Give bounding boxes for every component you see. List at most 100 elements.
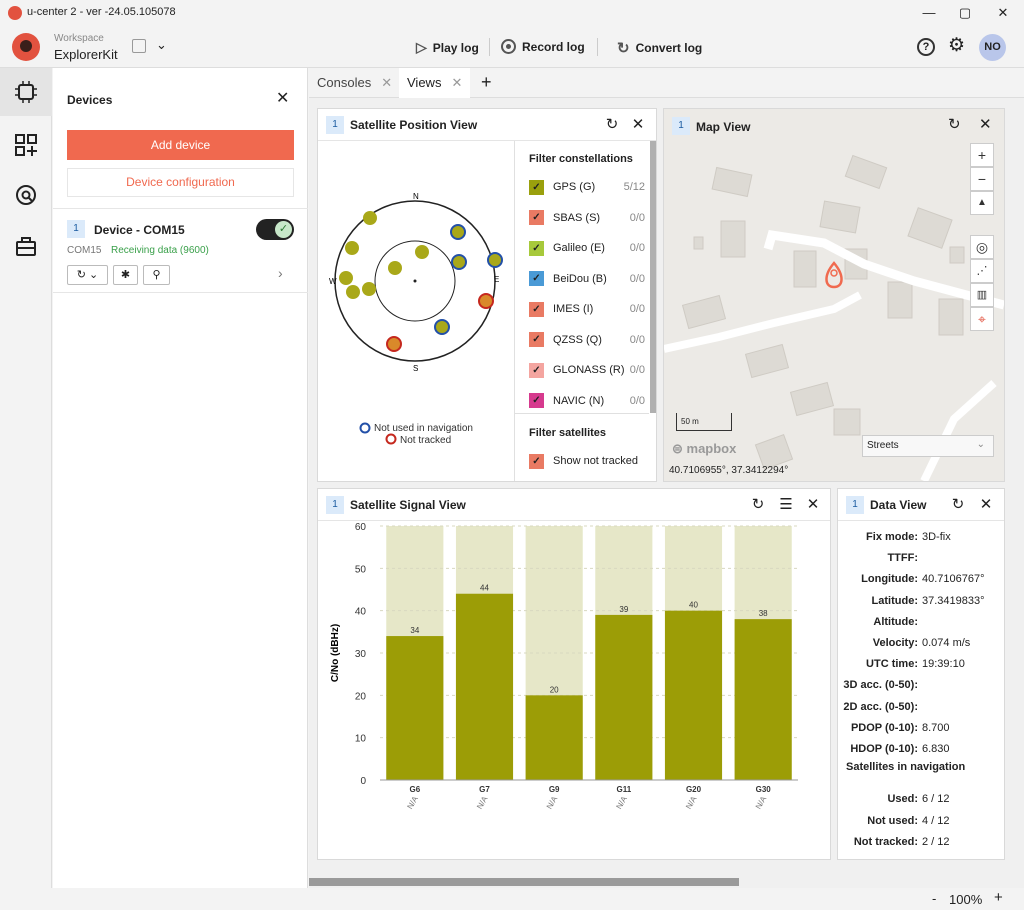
help-icon[interactable]: ? (917, 38, 935, 56)
close-icon[interactable]: ✕ (976, 495, 996, 513)
close-icon[interactable]: ✕ (628, 115, 648, 133)
checkbox[interactable]: ✓ (529, 210, 544, 225)
panel-title: Data View (870, 498, 927, 512)
checkbox[interactable]: ✓ (529, 362, 544, 378)
location-pin-icon (825, 261, 843, 289)
clear-broom-icon[interactable]: ⚲ (143, 265, 170, 285)
add-widget-icon[interactable] (15, 134, 37, 156)
zoom-out-button[interactable]: − (970, 167, 994, 191)
x-sublabel: N/A (405, 794, 420, 811)
checkbox[interactable]: ✓ (529, 271, 544, 286)
play-log-button[interactable]: ▷ Play log (416, 39, 479, 56)
signal-bar (386, 636, 444, 780)
bar-value-label: 39 (619, 605, 628, 614)
device-connection-toggle[interactable] (256, 219, 294, 240)
close-window-button[interactable]: ✕ (985, 2, 1021, 24)
close-tab-icon[interactable]: ✕ (451, 68, 462, 96)
checkbox[interactable]: ✓ (529, 301, 544, 317)
analysis-icon[interactable] (15, 184, 37, 206)
horizontal-scrollbar[interactable] (309, 878, 739, 886)
data-row: 3D acc. (0-50): (838, 679, 998, 695)
tab-views[interactable]: Views ✕ (399, 68, 471, 98)
x-tick-label: G7 (479, 785, 490, 794)
track-path-icon[interactable]: ⋰ (970, 259, 994, 283)
data-value: 40.7106767° (922, 573, 985, 586)
add-tab-icon[interactable]: + (481, 72, 492, 93)
checkbox[interactable]: ✓ (529, 240, 544, 256)
workspace-label: Workspace (54, 33, 104, 44)
show-not-tracked-checkbox[interactable]: ✓ Show not tracked (529, 451, 649, 471)
locate-icon[interactable]: ◎ (970, 235, 994, 259)
constellation-checkbox[interactable]: ✓ SBAS (S) 0/0 (529, 208, 645, 228)
filter-settings-icon[interactable]: ☰ (776, 495, 796, 513)
device-configuration-button[interactable]: Device configuration (67, 168, 294, 197)
constellation-checkbox[interactable]: ✓ Galileo (E) 0/0 (529, 238, 645, 258)
crosshair-icon[interactable]: ⌖ (970, 307, 994, 331)
constellation-checkbox[interactable]: ✓ NAVIC (N) 0/0 (529, 391, 645, 411)
refresh-icon[interactable]: ↻ (602, 115, 622, 133)
data-key: Longitude: (861, 573, 918, 586)
workspace-file-icon[interactable] (132, 39, 146, 53)
refresh-icon[interactable]: ↻ (948, 115, 961, 133)
compass-w: W (329, 277, 337, 286)
panel-title: Map View (696, 120, 751, 134)
record-log-button[interactable]: Record log (501, 39, 585, 54)
signal-bar (664, 610, 723, 780)
toolbar-divider (489, 38, 490, 56)
zoom-in-button[interactable]: + (994, 889, 1003, 906)
y-axis-label: C/No (dBHz) (330, 624, 341, 682)
panel-index-badge: 1 (326, 496, 344, 514)
chevron-right-icon[interactable]: › (278, 265, 283, 281)
legend-not-used: Not used in navigation (374, 423, 473, 434)
title-bar: u-center 2 - ver -24.05.105078 — ▢ ✕ (0, 0, 1024, 26)
constellation-count: 5/12 (623, 181, 645, 193)
zoom-in-button[interactable]: + (970, 143, 994, 167)
record-icon (501, 39, 516, 54)
user-avatar[interactable]: NO (979, 34, 1006, 61)
y-tick-label: 40 (355, 607, 367, 618)
close-icon[interactable]: ✕ (276, 88, 289, 108)
workspace-chevron-down-icon[interactable]: ⌄ (156, 37, 167, 53)
constellation-checkbox[interactable]: ✓ QZSS (Q) 0/0 (529, 330, 645, 350)
compass-icon[interactable]: ▲ (970, 191, 994, 215)
constellation-checkbox[interactable]: ✓ BeiDou (B) 0/0 (529, 269, 645, 289)
device-status: Receiving data (9600) (111, 245, 209, 256)
data-value: 6.830 (922, 743, 950, 755)
reset-dropdown-button[interactable]: ↻ ⌄ (67, 265, 108, 285)
zoom-out-button[interactable]: - (932, 891, 936, 906)
x-sublabel: N/A (475, 794, 490, 811)
checkbox[interactable]: ✓ (529, 453, 544, 469)
close-icon[interactable]: ✕ (979, 115, 992, 133)
gear-icon[interactable]: ⚙ (948, 34, 965, 57)
data-value: 8.700 (922, 721, 950, 734)
refresh-icon[interactable]: ↻ (748, 495, 768, 513)
close-icon[interactable]: ✕ (803, 495, 823, 513)
add-device-button[interactable]: Add device (67, 130, 294, 160)
map-style-select[interactable]: Streets ⌄ (862, 435, 994, 457)
window-title: u-center 2 - ver -24.05.105078 (27, 6, 176, 18)
constellation-checkbox[interactable]: ✓ GPS (G) 5/12 (529, 177, 645, 197)
checkbox[interactable]: ✓ (529, 332, 544, 347)
map-scale: 50 m (676, 413, 732, 431)
convert-log-button[interactable]: ↻ Convert log (617, 39, 702, 57)
tab-consoles[interactable]: Consoles ✕ (309, 68, 400, 98)
buildings-icon[interactable]: ▥ (970, 283, 994, 307)
close-tab-icon[interactable]: ✕ (381, 68, 392, 98)
maximize-button[interactable]: ▢ (947, 2, 983, 24)
debug-bug-icon[interactable]: ✱ (113, 265, 138, 285)
workspace-name[interactable]: ExplorerKit (54, 47, 118, 62)
constellation-checkbox[interactable]: ✓ IMES (I) 0/0 (529, 299, 645, 319)
constellation-checkbox[interactable]: ✓ GLONASS (R) 0/0 (529, 360, 645, 380)
record-log-label: Record log (522, 39, 585, 54)
scrollbar[interactable] (650, 141, 656, 413)
checkbox[interactable]: ✓ (529, 179, 544, 195)
constellation-name: GPS (G) (553, 181, 596, 193)
toolbox-icon[interactable] (15, 236, 37, 258)
minimize-button[interactable]: — (911, 2, 947, 24)
x-tick-label: G6 (409, 785, 420, 794)
chip-icon[interactable] (15, 81, 37, 103)
constellation-count: 0/0 (629, 333, 645, 346)
refresh-icon[interactable]: ↻ (948, 495, 968, 513)
sat-nav-title: Satellites in navigation (846, 761, 966, 773)
checkbox[interactable]: ✓ (529, 393, 544, 408)
